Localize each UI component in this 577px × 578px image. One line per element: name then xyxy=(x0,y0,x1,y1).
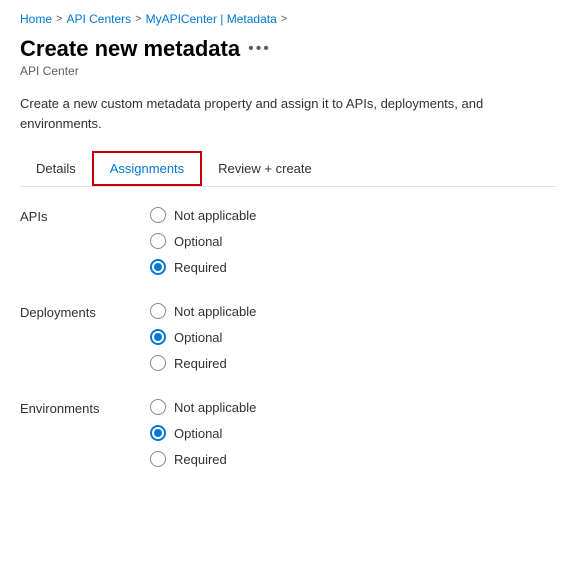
radio-label-apis-required: Required xyxy=(174,260,227,275)
tabs-container: Details Assignments Review + create xyxy=(20,151,557,187)
radio-env-required[interactable] xyxy=(150,451,166,467)
form-sections: APIsNot applicableOptionalRequiredDeploy… xyxy=(20,207,557,467)
label-environments: Environments xyxy=(20,399,150,467)
label-apis: APIs xyxy=(20,207,150,275)
radio-item-env-na[interactable]: Not applicable xyxy=(150,399,256,415)
radio-item-dep-required[interactable]: Required xyxy=(150,355,256,371)
radio-item-dep-na[interactable]: Not applicable xyxy=(150,303,256,319)
breadcrumb-api-centers[interactable]: API Centers xyxy=(66,12,131,26)
page-title: Create new metadata xyxy=(20,36,240,62)
radio-item-env-required[interactable]: Required xyxy=(150,451,256,467)
radio-label-apis-optional: Optional xyxy=(174,234,222,249)
section-apis: APIs Not applicable Optional Required xyxy=(20,207,557,275)
radio-label-env-na: Not applicable xyxy=(174,400,256,415)
radio-group-environments: Not applicable Optional Required xyxy=(150,399,256,467)
radio-item-env-optional[interactable]: Optional xyxy=(150,425,256,441)
more-options-icon[interactable]: ••• xyxy=(248,40,271,58)
radio-label-dep-required: Required xyxy=(174,356,227,371)
tab-review-create[interactable]: Review + create xyxy=(202,153,328,184)
radio-dep-required[interactable] xyxy=(150,355,166,371)
radio-group-deployments: Not applicable Optional Required xyxy=(150,303,256,371)
label-deployments: Deployments xyxy=(20,303,150,371)
breadcrumb-sep3: > xyxy=(281,13,287,25)
breadcrumb: Home > API Centers > MyAPICenter | Metad… xyxy=(20,12,557,26)
page-header: Create new metadata ••• xyxy=(20,36,557,62)
page-description: Create a new custom metadata property an… xyxy=(20,94,557,133)
radio-apis-na[interactable] xyxy=(150,207,166,223)
breadcrumb-sep2: > xyxy=(135,13,141,25)
radio-item-dep-optional[interactable]: Optional xyxy=(150,329,256,345)
radio-env-optional[interactable] xyxy=(150,425,166,441)
radio-apis-optional[interactable] xyxy=(150,233,166,249)
tab-details[interactable]: Details xyxy=(20,153,92,184)
radio-apis-required[interactable] xyxy=(150,259,166,275)
radio-label-dep-na: Not applicable xyxy=(174,304,256,319)
radio-group-apis: Not applicable Optional Required xyxy=(150,207,256,275)
radio-label-env-required: Required xyxy=(174,452,227,467)
radio-label-env-optional: Optional xyxy=(174,426,222,441)
section-deployments: Deployments Not applicable Optional Require… xyxy=(20,303,557,371)
page-subtitle: API Center xyxy=(20,64,557,78)
radio-item-apis-na[interactable]: Not applicable xyxy=(150,207,256,223)
radio-label-dep-optional: Optional xyxy=(174,330,222,345)
radio-dep-optional[interactable] xyxy=(150,329,166,345)
radio-dep-na[interactable] xyxy=(150,303,166,319)
breadcrumb-my-api-center[interactable]: MyAPICenter | Metadata xyxy=(146,12,277,26)
radio-item-apis-required[interactable]: Required xyxy=(150,259,256,275)
radio-env-na[interactable] xyxy=(150,399,166,415)
section-environments: Environments Not applicable Optional Requir… xyxy=(20,399,557,467)
tab-assignments[interactable]: Assignments xyxy=(92,151,202,186)
radio-item-apis-optional[interactable]: Optional xyxy=(150,233,256,249)
breadcrumb-home[interactable]: Home xyxy=(20,12,52,26)
radio-label-apis-na: Not applicable xyxy=(174,208,256,223)
breadcrumb-sep1: > xyxy=(56,13,62,25)
